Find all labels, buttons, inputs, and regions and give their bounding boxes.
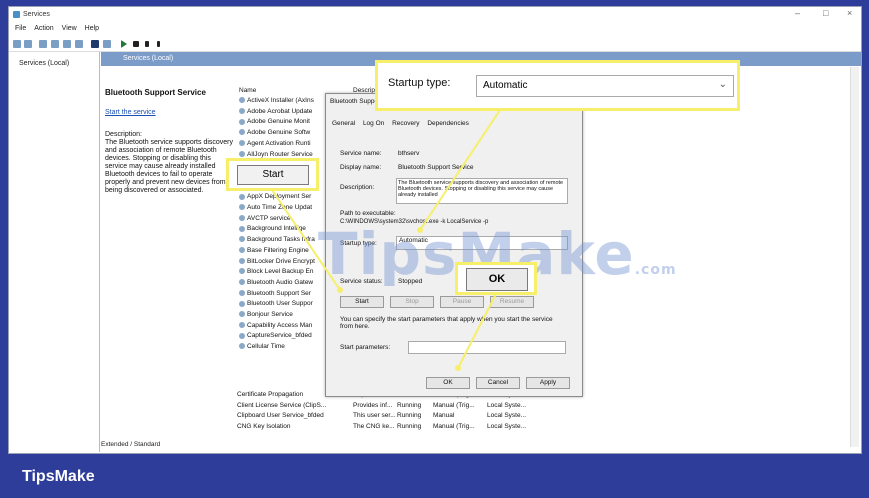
callout-start-button[interactable]: Start — [237, 165, 309, 185]
ok-connector-line — [457, 293, 497, 369]
start-connector-line — [271, 189, 341, 291]
ok-connector-dot — [455, 365, 461, 371]
chevron-down-icon: ⌄ — [718, 79, 727, 90]
startup-connector-dot — [417, 227, 423, 233]
callout-startup-value: Automatic — [483, 80, 528, 91]
start-callout: Start — [226, 158, 319, 191]
startup-type-callout: Startup type: Automatic ⌄ — [375, 60, 740, 111]
ok-callout: OK — [455, 262, 537, 295]
callout-startup-label: Startup type: — [388, 77, 451, 89]
callout-ok-button[interactable]: OK — [466, 268, 528, 291]
callout-startup-select[interactable]: Automatic ⌄ — [476, 75, 734, 97]
brand-footer — [0, 454, 869, 498]
startup-connector-line — [419, 109, 501, 231]
start-connector-dot — [337, 287, 343, 293]
brand-name: TipsMake — [22, 468, 95, 485]
